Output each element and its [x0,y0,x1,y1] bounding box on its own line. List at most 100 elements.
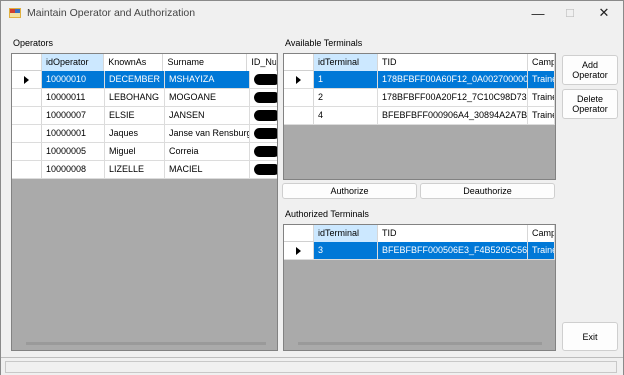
title-bar: Maintain Operator and Authorization — ☐ … [1,1,623,25]
row-header-corner [12,54,42,70]
column-header-tid[interactable]: TID [378,225,528,242]
column-header-idoperator[interactable]: idOperator [42,54,105,71]
cell-surname[interactable]: MACIEL [165,161,250,178]
cell-tid[interactable]: BFEBFBFF000906A4_30894A2A7BBE [378,107,528,124]
cell-knownas[interactable]: Jaques [105,125,165,142]
row-selector[interactable] [284,89,314,106]
cell-idoperator[interactable]: 10000007 [42,107,105,124]
authorized-terminals-label: Authorized Terminals [285,209,369,219]
row-selector[interactable] [12,143,42,160]
row-selector[interactable] [12,107,42,124]
cell-id-number[interactable] [250,125,277,142]
operators-horizontal-scrollbar[interactable] [26,342,266,345]
table-row[interactable]: 4 BFEBFBFF000906A4_30894A2A7BBE Trainee [284,107,555,125]
cell-knownas[interactable]: ELSIE [105,107,165,124]
cell-surname[interactable]: Correia [165,143,250,160]
cell-idoperator[interactable]: 10000010 [42,71,105,88]
cell-idterminal[interactable]: 2 [314,89,378,106]
operators-rows: 10000010 DECEMBER MSHAYIZA 10000011 LEBO… [12,71,277,179]
cell-surname[interactable]: MSHAYIZA [165,71,250,88]
table-row[interactable]: 1 178BFBFF00A60F12_0A002700000C Trainee [284,71,555,89]
row-header-corner [284,225,314,241]
available-rows: 1 178BFBFF00A60F12_0A002700000C Trainee … [284,71,555,125]
redacted-block [254,164,277,175]
operators-label: Operators [13,38,54,48]
cell-idoperator[interactable]: 10000001 [42,125,105,142]
table-row[interactable]: 10000005 Miguel Correia [12,143,277,161]
cell-campname[interactable]: Trainee [528,89,555,106]
cell-idoperator[interactable]: 10000011 [42,89,105,106]
table-row[interactable]: 10000007 ELSIE JANSEN [12,107,277,125]
cell-idoperator[interactable]: 10000008 [42,161,105,178]
authorize-button[interactable]: Authorize [282,183,417,199]
available-terminals-grid[interactable]: idTerminal TID CampN 1 178BFBFF00A60F12_… [283,53,556,180]
row-selector[interactable] [284,107,314,124]
table-row[interactable]: 2 178BFBFF00A20F12_7C10C98D739C Trainee [284,89,555,107]
column-header-surname[interactable]: Surname [163,54,248,71]
cell-tid[interactable]: BFEBFBFF000506E3_F4B5205C563C [378,242,528,259]
maximize-button: ☐ [565,7,575,20]
column-header-campname[interactable]: CampN [528,54,555,71]
row-selector[interactable] [284,71,314,88]
table-row[interactable]: 10000011 LEBOHANG MOGOANE [12,89,277,107]
row-selector[interactable] [12,71,42,88]
cell-knownas[interactable]: DECEMBER [105,71,165,88]
window-title: Maintain Operator and Authorization [27,7,196,19]
cell-tid[interactable]: 178BFBFF00A60F12_0A002700000C [378,71,528,88]
cell-id-number[interactable] [250,143,277,160]
table-row[interactable]: 3 BFEBFBFF000506E3_F4B5205C563C Trainee [284,242,555,260]
add-operator-button[interactable]: Add Operator [562,55,618,85]
row-selector[interactable] [12,125,42,142]
cell-campname[interactable]: Trainee [528,107,555,124]
deauthorize-button[interactable]: Deauthorize [420,183,555,199]
redacted-block [254,74,277,85]
cell-idterminal[interactable]: 3 [314,242,378,259]
minimize-button[interactable]: — [523,3,553,23]
close-button[interactable]: ✕ [589,3,619,23]
row-selector[interactable] [12,89,42,106]
current-row-arrow-icon [296,246,301,255]
table-row[interactable]: 10000001 Jaques Janse van Rensburg [12,125,277,143]
column-header-idterminal[interactable]: idTerminal [314,54,378,71]
cell-surname[interactable]: JANSEN [165,107,250,124]
cell-idoperator[interactable]: 10000005 [42,143,105,160]
cell-knownas[interactable]: LIZELLE [105,161,165,178]
app-icon [9,8,21,18]
cell-id-number[interactable] [250,89,277,106]
redacted-block [254,128,277,139]
cell-knownas[interactable]: Miguel [105,143,165,160]
table-row[interactable]: 10000010 DECEMBER MSHAYIZA [12,71,277,89]
column-header-idterminal[interactable]: idTerminal [314,225,378,242]
cell-idterminal[interactable]: 1 [314,71,378,88]
exit-button[interactable]: Exit [562,322,618,351]
cell-id-number[interactable] [250,107,277,124]
status-strip [5,361,617,373]
authorized-horizontal-scrollbar[interactable] [298,342,542,345]
operators-grid-header: idOperator KnownAs Surname ID_Nu [12,54,277,71]
column-header-campname[interactable]: CampN [528,225,555,242]
cell-surname[interactable]: Janse van Rensburg [165,125,250,142]
column-header-knownas[interactable]: KnownAs [104,54,164,71]
cell-tid[interactable]: 178BFBFF00A20F12_7C10C98D739C [378,89,528,106]
authorized-rows: 3 BFEBFBFF000506E3_F4B5205C563C Trainee [284,242,555,260]
main-window: Maintain Operator and Authorization — ☐ … [0,0,624,375]
cell-surname[interactable]: MOGOANE [165,89,250,106]
column-header-id-number[interactable]: ID_Nu [247,54,277,71]
current-row-arrow-icon [296,75,301,84]
cell-campname[interactable]: Trainee [528,242,555,259]
cell-knownas[interactable]: LEBOHANG [105,89,165,106]
operators-grid[interactable]: idOperator KnownAs Surname ID_Nu 1000001… [11,53,278,351]
available-terminals-label: Available Terminals [285,38,363,48]
cell-idterminal[interactable]: 4 [314,107,378,124]
redacted-block [254,146,277,157]
cell-id-number[interactable] [250,71,277,88]
redacted-block [254,110,277,121]
cell-id-number[interactable] [250,161,277,178]
table-row[interactable]: 10000008 LIZELLE MACIEL [12,161,277,179]
column-header-tid[interactable]: TID [378,54,528,71]
delete-operator-button[interactable]: Delete Operator [562,89,618,119]
row-selector[interactable] [284,242,314,259]
row-selector[interactable] [12,161,42,178]
authorized-terminals-grid[interactable]: idTerminal TID CampN 3 BFEBFBFF000506E3_… [283,224,556,351]
cell-campname[interactable]: Trainee [528,71,555,88]
